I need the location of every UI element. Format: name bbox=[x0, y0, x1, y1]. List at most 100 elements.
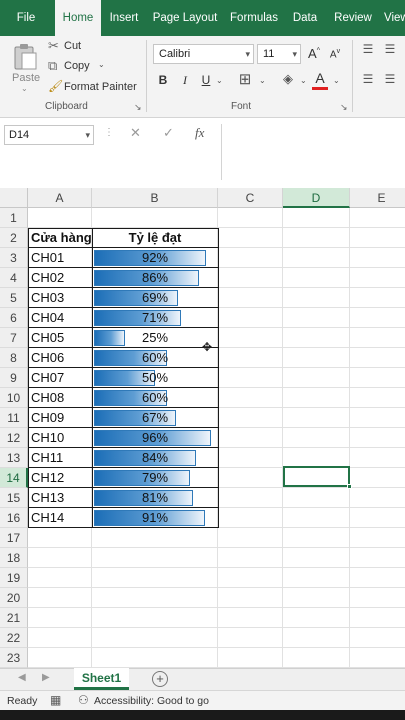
cancel-icon[interactable]: ✕ bbox=[130, 125, 141, 141]
row-header-13[interactable]: 13 bbox=[0, 448, 28, 468]
row-header-9[interactable]: 9 bbox=[0, 368, 28, 388]
tab-formulas[interactable]: Formulas bbox=[226, 0, 282, 36]
row-header-16[interactable]: 16 bbox=[0, 508, 28, 528]
sheet-tab-sheet1[interactable]: Sheet1 bbox=[74, 668, 129, 690]
align-left-icon[interactable]: ☰ bbox=[361, 72, 375, 86]
align-center-icon[interactable]: ☰ bbox=[383, 72, 397, 86]
tab-data[interactable]: Data bbox=[288, 0, 322, 36]
row-header-19[interactable]: 19 bbox=[0, 568, 28, 588]
row-header-11[interactable]: 11 bbox=[0, 408, 28, 428]
column-header-b[interactable]: B bbox=[92, 188, 218, 208]
row-header-21[interactable]: 21 bbox=[0, 608, 28, 628]
accessibility-status[interactable]: Accessibility: Good to go bbox=[94, 695, 209, 707]
shrink-font-button[interactable]: Av bbox=[328, 48, 342, 60]
rate-cell[interactable]: 81% bbox=[93, 488, 217, 508]
name-box[interactable]: D14 ▾ bbox=[4, 125, 94, 145]
scroll-right-icon[interactable]: ▶ bbox=[42, 672, 50, 683]
row-header-5[interactable]: 5 bbox=[0, 288, 28, 308]
insert-function-icon[interactable]: fx bbox=[195, 125, 204, 141]
column-header-a[interactable]: A bbox=[28, 188, 92, 208]
format-painter-button[interactable]: 🖌 Format Painter bbox=[48, 79, 138, 95]
row-header-3[interactable]: 3 bbox=[0, 248, 28, 268]
select-all-corner[interactable] bbox=[0, 188, 28, 208]
rate-cell[interactable]: 92% bbox=[93, 248, 217, 268]
row-header-2[interactable]: 2 bbox=[0, 228, 28, 248]
row-header-12[interactable]: 12 bbox=[0, 428, 28, 448]
store-cell[interactable]: CH14 bbox=[31, 508, 91, 528]
rate-cell[interactable]: 67% bbox=[93, 408, 217, 428]
tab-file[interactable]: File bbox=[0, 0, 52, 36]
rate-cell[interactable]: 50% bbox=[93, 368, 217, 388]
underline-button[interactable]: U bbox=[199, 73, 213, 87]
row-header-15[interactable]: 15 bbox=[0, 488, 28, 508]
rate-cell[interactable]: 25% bbox=[93, 328, 217, 348]
store-cell[interactable]: CH11 bbox=[31, 448, 91, 468]
row-header-8[interactable]: 8 bbox=[0, 348, 28, 368]
accessibility-icon[interactable]: ⚇ bbox=[78, 693, 89, 707]
row-header-23[interactable]: 23 bbox=[0, 648, 28, 668]
rate-cell[interactable]: 71% bbox=[93, 308, 217, 328]
store-cell[interactable]: CH08 bbox=[31, 388, 91, 408]
rate-cell[interactable]: 91% bbox=[93, 508, 217, 528]
row-header-14[interactable]: 14 bbox=[0, 468, 28, 488]
tab-view[interactable]: View bbox=[384, 0, 405, 36]
add-sheet-icon[interactable]: + bbox=[152, 671, 168, 687]
row-header-7[interactable]: 7 bbox=[0, 328, 28, 348]
rate-cell[interactable]: 84% bbox=[93, 448, 217, 468]
font-size-select[interactable]: 11 ▾ bbox=[257, 44, 301, 64]
rate-cell[interactable]: 96% bbox=[93, 428, 217, 448]
copy-button[interactable]: ⧉ Copy ⌄ bbox=[48, 58, 110, 74]
dialog-launcher-icon[interactable]: ↘ bbox=[340, 102, 348, 113]
table-header-store[interactable]: Cửa hàng bbox=[31, 228, 92, 248]
row-header-6[interactable]: 6 bbox=[0, 308, 28, 328]
store-cell[interactable]: CH05 bbox=[31, 328, 91, 348]
rate-cell[interactable]: 60% bbox=[93, 388, 217, 408]
store-cell[interactable]: CH06 bbox=[31, 348, 91, 368]
tab-home[interactable]: Home bbox=[55, 0, 101, 36]
store-cell[interactable]: CH03 bbox=[31, 288, 91, 308]
worksheet-grid[interactable]: ABCDE 1 2 3 4 5 6 7 8 9 10 11 12 13 14 15 16 17 18 19 20 21 2… bbox=[0, 188, 405, 668]
column-header-c[interactable]: C bbox=[218, 188, 283, 208]
store-cell[interactable]: CH13 bbox=[31, 488, 91, 508]
column-header-d[interactable]: D bbox=[283, 188, 350, 208]
row-header-1[interactable]: 1 bbox=[0, 208, 28, 228]
cut-button[interactable]: ✂ Cut bbox=[48, 38, 98, 54]
italic-button[interactable]: I bbox=[178, 73, 192, 88]
formula-input[interactable] bbox=[221, 124, 405, 180]
store-cell[interactable]: CH10 bbox=[31, 428, 91, 448]
bold-button[interactable]: B bbox=[156, 73, 170, 87]
rate-cell[interactable]: 69% bbox=[93, 288, 217, 308]
tab-insert[interactable]: Insert bbox=[104, 0, 144, 36]
borders-icon[interactable]: ⊞ bbox=[236, 70, 254, 88]
row-header-20[interactable]: 20 bbox=[0, 588, 28, 608]
align-middle-icon[interactable]: ☰ bbox=[383, 42, 397, 56]
fill-handle[interactable] bbox=[347, 484, 352, 489]
tab-review[interactable]: Review bbox=[330, 0, 376, 36]
font-color-button[interactable]: A bbox=[312, 70, 328, 86]
store-cell[interactable]: CH01 bbox=[31, 248, 91, 268]
store-cell[interactable]: CH09 bbox=[31, 408, 91, 428]
row-header-10[interactable]: 10 bbox=[0, 388, 28, 408]
table-header-rate[interactable]: Tỷ lệ đạt bbox=[92, 228, 218, 248]
row-header-18[interactable]: 18 bbox=[0, 548, 28, 568]
macro-record-icon[interactable]: ▦ bbox=[50, 693, 61, 707]
fill-color-icon[interactable]: ◈ bbox=[279, 71, 297, 87]
font-name-select[interactable]: Calibri ▾ bbox=[153, 44, 254, 64]
store-cell[interactable]: CH07 bbox=[31, 368, 91, 388]
rate-cell[interactable]: 79% bbox=[93, 468, 217, 488]
store-cell[interactable]: CH02 bbox=[31, 268, 91, 288]
enter-icon[interactable]: ✓ bbox=[163, 125, 174, 141]
store-cell[interactable]: CH04 bbox=[31, 308, 91, 328]
tab-page-layout[interactable]: Page Layout bbox=[150, 0, 220, 36]
rate-cell[interactable]: 60% bbox=[93, 348, 217, 368]
column-header-e[interactable]: E bbox=[350, 188, 405, 208]
active-cell-selection[interactable] bbox=[283, 466, 350, 487]
row-header-4[interactable]: 4 bbox=[0, 268, 28, 288]
scroll-left-icon[interactable]: ◀ bbox=[18, 672, 26, 683]
rate-cell[interactable]: 86% bbox=[93, 268, 217, 288]
paste-button[interactable]: Paste ⌄ bbox=[6, 40, 44, 93]
dialog-launcher-icon[interactable]: ↘ bbox=[134, 102, 142, 113]
grow-font-button[interactable]: A^ bbox=[307, 46, 321, 61]
align-top-icon[interactable]: ☰ bbox=[361, 42, 375, 56]
row-header-22[interactable]: 22 bbox=[0, 628, 28, 648]
